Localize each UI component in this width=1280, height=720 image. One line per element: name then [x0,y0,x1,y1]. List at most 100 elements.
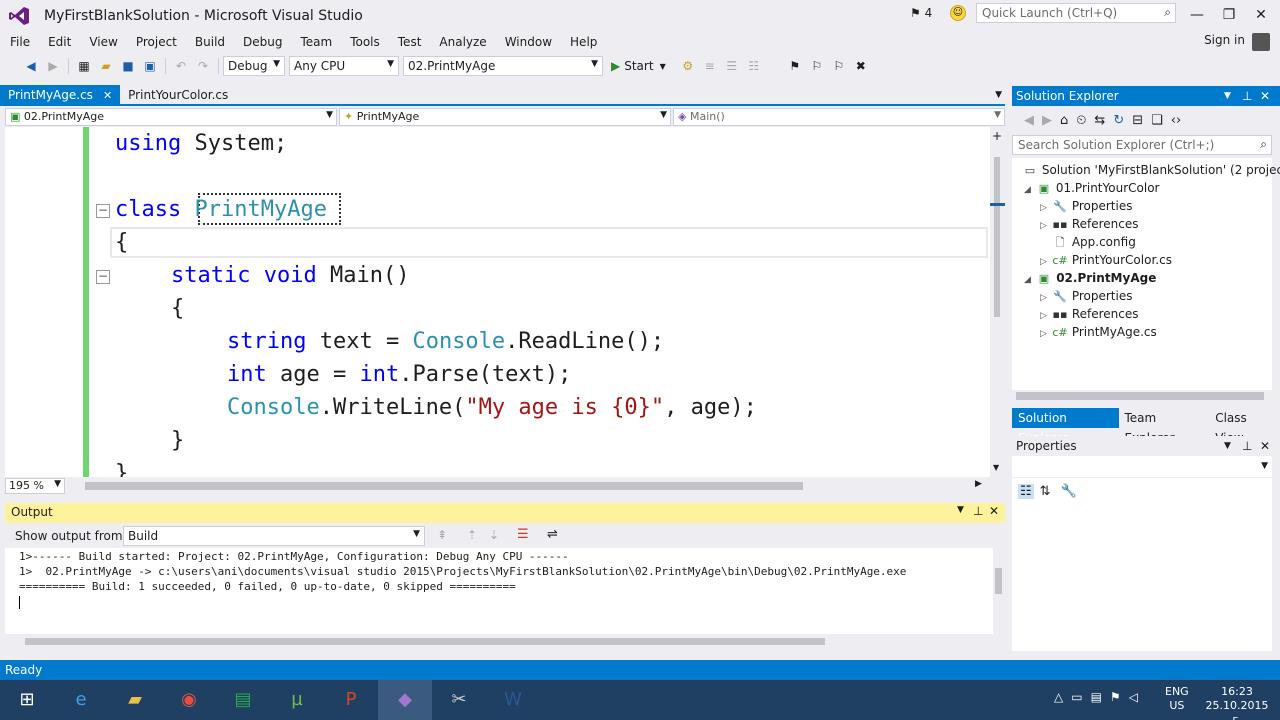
code-line-9[interactable]: } [171,424,184,457]
output-text[interactable]: 1>------ Build started: Project: 02.Prin… [5,548,993,634]
menu-build[interactable]: Build [186,33,234,51]
menu-edit[interactable]: Edit [39,33,80,51]
expanded-arrow-icon[interactable]: ◢ [1024,181,1036,199]
expanded-arrow-icon[interactable]: ◢ [1024,271,1036,289]
close-panel-icon[interactable]: ✕ [1260,436,1270,456]
input-language[interactable]: ENG US [1165,685,1189,713]
alphabetical-icon[interactable]: ⇅ [1040,484,1051,499]
bookmark-next-icon[interactable]: ⚐ [831,58,847,74]
refresh-icon[interactable]: ↻ [1113,113,1124,128]
panel-menu-icon[interactable]: ▼ [957,505,964,515]
tree-item-p2-file[interactable]: ▷ c# PrintMyAge.cs [1040,323,1157,341]
start-button[interactable]: ▶ Start ▼ [611,59,666,73]
menu-analyze[interactable]: Analyze [430,33,495,51]
navigate-back-icon[interactable]: ◀ [23,58,39,74]
file-explorer-icon[interactable]: ▰ [108,680,162,720]
store-icon[interactable]: ▤ [216,680,270,720]
code-line-5[interactable]: { [171,292,184,325]
browser-link-icon[interactable]: ⚙ [680,58,696,74]
tab-solution-explorer[interactable]: Solution Explorer [1012,408,1119,445]
solution-explorer-search-input[interactable]: Search Solution Explorer (Ctrl+;) ⌕ [1012,135,1272,155]
tree-horizontal-scroll-thumb[interactable] [1016,392,1264,400]
tree-item-solution[interactable]: ▭ Solution 'MyFirstBlankSolution' (2 pro… [1022,161,1280,179]
menu-debug[interactable]: Debug [234,33,291,51]
indent-icon[interactable]: ☷ [746,58,762,74]
scroll-down-icon[interactable]: ▼ [993,463,999,472]
tab-class-view[interactable]: Class View [1209,408,1280,445]
scroll-thumb[interactable] [994,157,1000,317]
menu-file[interactable]: File [1,33,39,51]
word-wrap-icon[interactable]: ⇌ [547,527,558,542]
scroll-thumb[interactable] [995,568,1002,594]
sign-in-link[interactable]: Sign in [1204,33,1245,47]
scroll-right-icon[interactable]: ▶ [975,479,982,489]
tree-item-p1-references[interactable]: ▷ ▪▪ References [1040,215,1139,233]
clear-all-icon[interactable]: ☰ [517,527,529,542]
show-all-files-icon[interactable]: ❏ [1151,113,1163,128]
project-dropdown[interactable]: ▣ 02.PrintMyAge ▼ [5,108,337,126]
volume-icon[interactable]: ◁ [1129,690,1138,704]
find-message-icon[interactable]: ⇞ [437,528,447,542]
comment-icon[interactable]: ☰ [724,58,740,74]
menu-help[interactable]: Help [561,33,606,51]
member-dropdown[interactable]: ◈ Main() ▼ [673,108,1005,126]
object-select[interactable]: ▼ [1012,458,1272,478]
notifications-flag[interactable]: ⚑ 4 [910,6,932,20]
menu-tools[interactable]: Tools [341,33,389,51]
code-editor[interactable]: using System; − class PrintMyAge { − sta… [5,127,990,477]
tab-overflow-icon[interactable]: ▼ [995,90,1005,100]
tree-item-p2-properties[interactable]: ▷ 🔧 Properties [1040,287,1132,305]
tree-item-project2[interactable]: ◢ ▣ 02.PrintMyAge [1024,269,1156,287]
collapse-class-icon[interactable]: − [96,204,110,218]
editor-vertical-scrollbar[interactable]: + ▼ [990,127,1005,477]
code-line-7[interactable]: int age = int.Parse(text); [227,358,571,391]
save-all-icon[interactable]: ▣ [142,58,158,74]
tray-arrow-icon[interactable]: △ [1054,690,1063,704]
network-icon[interactable]: ▤ [1091,690,1102,704]
collapse-all-icon[interactable]: ⊟ [1132,113,1143,128]
chrome-icon[interactable]: ◉ [162,680,216,720]
zoom-dropdown[interactable]: 195 % ▼ [5,478,65,494]
menu-window[interactable]: Window [496,33,561,51]
battery-icon[interactable]: ▭ [1071,690,1082,704]
clock[interactable]: 16:23 25.10.2015 г. [1200,685,1274,720]
code-line-6[interactable]: string text = Console.ReadLine(); [227,325,664,358]
navigate-forward-icon[interactable]: ▶ [45,58,61,74]
pin-icon[interactable]: ⊥ [1242,86,1252,106]
tree-item-project1[interactable]: ◢ ▣ 01.PrintYourColor [1024,179,1159,197]
minimize-button[interactable]: — [1180,4,1214,26]
split-editor-icon[interactable]: + [992,129,1002,143]
user-account-icon[interactable] [1252,33,1270,51]
word-icon[interactable]: W [486,680,540,720]
pending-changes-icon[interactable]: ⏲ [1076,113,1086,128]
back-icon[interactable]: ◀ [1024,113,1034,128]
tree-item-p1-properties[interactable]: ▷ 🔧 Properties [1040,197,1132,215]
feedback-smiley-icon[interactable]: ☺ [950,5,966,21]
horizontal-scroll-thumb[interactable] [85,482,803,490]
tree-item-p1-appconfig[interactable]: 🗋 App.config [1052,233,1136,251]
toolbar-overflow-icon[interactable]: ≡ [702,58,718,74]
menu-test[interactable]: Test [389,33,431,51]
code-line-2[interactable]: class PrintMyAge [115,193,327,226]
bookmark-prev-icon[interactable]: ⚐ [809,58,825,74]
code-line-4[interactable]: static void Main() [171,259,409,292]
internet-explorer-icon[interactable]: e [54,680,108,720]
close-tab-icon[interactable]: ✕ [103,89,112,102]
output-horizontal-scrollbar[interactable] [5,634,1005,648]
tab-printmyage[interactable]: PrintMyAge.cs ✕ [0,85,121,105]
menu-project[interactable]: Project [127,33,186,51]
code-line-1[interactable]: using System; [115,127,287,160]
output-source-select[interactable]: Build ▼ [123,526,425,546]
save-icon[interactable]: ■ [120,58,136,74]
pin-icon[interactable]: ⊥ [973,504,983,518]
property-pages-icon[interactable]: 🔧 [1061,484,1077,499]
tab-printyourcolor[interactable]: PrintYourColor.cs [120,85,236,105]
close-panel-icon[interactable]: ✕ [1260,86,1270,106]
tab-team-explorer[interactable]: Team Explorer [1119,408,1210,445]
open-file-icon[interactable]: ▰ [98,58,114,74]
code-line-3[interactable]: { [115,226,128,259]
redo-icon[interactable]: ↷ [195,58,211,74]
code-line-10[interactable]: } [115,457,128,477]
sync-icon[interactable]: ⇆ [1094,113,1105,128]
solution-platform-select[interactable]: Any CPU ▼ [289,56,399,76]
